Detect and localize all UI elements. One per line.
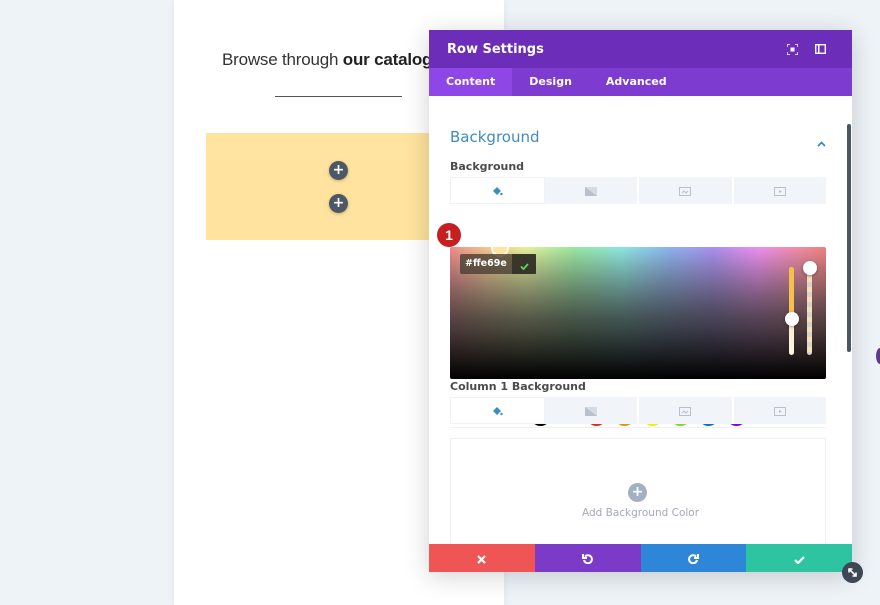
resize-handle[interactable]	[842, 562, 863, 583]
bg-tab-video[interactable]	[734, 177, 827, 204]
hex-input-box: #ffe69e	[460, 254, 536, 274]
background-type-tabs	[450, 177, 826, 204]
resize-icon	[847, 563, 858, 582]
col-bg-tab-gradient[interactable]	[545, 397, 639, 424]
modal-tabs: Content Design Advanced	[429, 68, 852, 96]
background-label: Background	[450, 160, 525, 173]
step-badge: 1	[437, 223, 461, 247]
bg-tab-gradient[interactable]	[545, 177, 639, 204]
cancel-button[interactable]	[429, 544, 535, 572]
check-icon	[793, 549, 805, 568]
add-background-color-button[interactable]: +	[628, 483, 647, 502]
save-button[interactable]	[746, 544, 852, 572]
yellow-row[interactable]: + +	[206, 133, 436, 240]
check-icon	[519, 255, 529, 274]
color-picker-area[interactable]: #ffe69e	[450, 247, 826, 379]
swatch-divider	[450, 427, 826, 428]
redo-button[interactable]	[640, 544, 747, 572]
hex-input[interactable]: #ffe69e	[460, 254, 512, 274]
modal-header: Row Settings	[429, 30, 852, 68]
modal-footer	[429, 544, 852, 572]
row-settings-modal: Row Settings Content Design Advanced Bac…	[429, 30, 852, 572]
tab-content[interactable]: Content	[429, 68, 513, 96]
add-background-color-label[interactable]: Add Background Color	[429, 507, 852, 519]
close-icon	[477, 549, 487, 568]
tab-design[interactable]: Design	[512, 68, 589, 96]
sidebar-toggle-icon[interactable]	[806, 39, 834, 59]
video-icon	[773, 401, 786, 420]
col-bg-tab-video[interactable]	[734, 397, 827, 424]
redo-icon	[687, 549, 699, 568]
color-fill-icon	[492, 181, 503, 200]
section-title-background[interactable]: Background	[450, 128, 540, 146]
add-module-button[interactable]: +	[329, 161, 348, 180]
section-heading: Browse through our catalog	[222, 50, 432, 70]
undo-button[interactable]	[534, 544, 641, 572]
gradient-icon	[584, 401, 597, 420]
tab-advanced[interactable]: Advanced	[589, 68, 684, 96]
column-background-label: Column 1 Background	[450, 380, 586, 393]
hue-slider-knob[interactable]	[785, 312, 799, 326]
modal-title: Row Settings	[447, 41, 544, 57]
image-icon	[679, 401, 692, 420]
focus-mode-icon[interactable]	[778, 39, 806, 59]
hue-slider-track[interactable]	[789, 267, 794, 355]
video-icon	[773, 181, 786, 200]
add-row-button[interactable]: +	[329, 194, 348, 213]
column-background-type-tabs	[450, 397, 826, 424]
col-bg-tab-image[interactable]	[639, 397, 734, 424]
edge-handle	[876, 348, 880, 364]
chevron-up-icon[interactable]	[817, 132, 826, 151]
bg-tab-color[interactable]	[450, 177, 545, 204]
opacity-slider-knob[interactable]	[803, 261, 817, 275]
opacity-slider-track[interactable]	[807, 267, 812, 355]
hex-confirm-button[interactable]	[512, 254, 536, 274]
gradient-icon	[584, 181, 597, 200]
bg-tab-image[interactable]	[639, 177, 734, 204]
heading-light-text: Browse through	[222, 50, 343, 69]
modal-scrollbar[interactable]	[847, 124, 851, 352]
color-fill-icon	[492, 401, 503, 420]
heading-bold-text: our catalog	[342, 50, 433, 69]
col-bg-tab-color[interactable]	[450, 397, 545, 424]
heading-divider	[275, 96, 402, 97]
image-icon	[679, 181, 692, 200]
undo-icon	[582, 549, 594, 568]
